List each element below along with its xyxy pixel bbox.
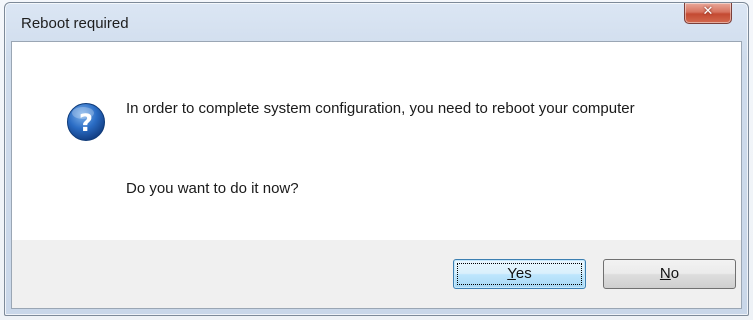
desktop: Reboot required ✕ ? In order to complete… <box>0 0 753 320</box>
title-bar[interactable]: Reboot required ✕ <box>5 3 748 41</box>
message-area: ? In order to complete system configurat… <box>12 42 741 240</box>
close-button[interactable]: ✕ <box>684 3 732 24</box>
no-label-rest: o <box>670 265 680 282</box>
dialog-window: Reboot required ✕ ? In order to complete… <box>4 2 749 316</box>
focus-rectangle <box>457 263 582 285</box>
window-title: Reboot required <box>21 15 129 32</box>
no-button[interactable]: No <box>603 259 736 289</box>
dialog-client-area: ? In order to complete system configurat… <box>11 41 742 309</box>
close-icon: ✕ <box>702 4 714 19</box>
question-text: Do you want to do it now? <box>126 180 299 197</box>
question-icon: ? <box>67 103 105 141</box>
yes-button[interactable]: Yes <box>453 259 586 289</box>
no-mnemonic: N <box>659 265 671 282</box>
message-text: In order to complete system configuratio… <box>126 100 635 117</box>
svg-text:?: ? <box>79 109 93 137</box>
